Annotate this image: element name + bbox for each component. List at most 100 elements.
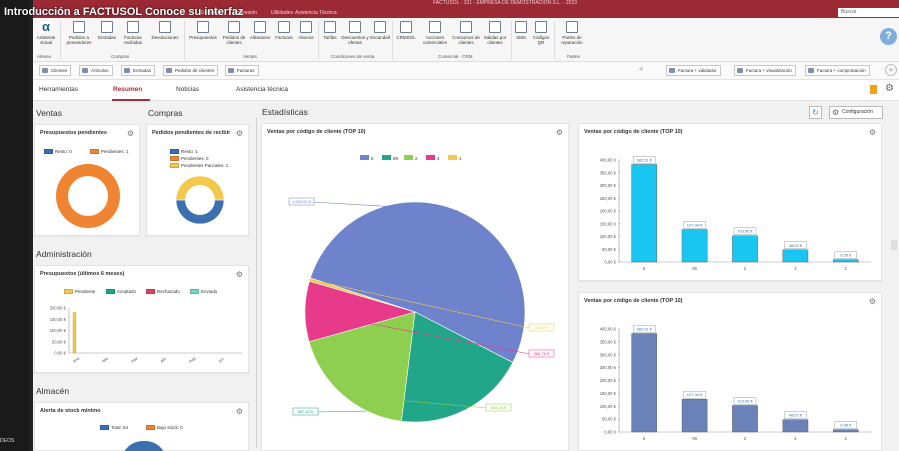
qr-icon	[535, 21, 547, 33]
bookmark-icon[interactable]	[870, 85, 877, 94]
albaranes-button[interactable]: Albaranes	[248, 21, 272, 40]
gear-icon[interactable]: ⚙	[236, 407, 243, 416]
tarifas-button[interactable]: Tarifas	[320, 21, 340, 40]
wrench-icon	[566, 21, 578, 33]
factura-visualizacion-button[interactable]: Factura + visualización	[734, 65, 796, 76]
gear-icon[interactable]: ⚙	[127, 129, 134, 138]
divider	[318, 21, 319, 59]
bar	[72, 312, 77, 354]
factura-comprobacion-button[interactable]: Factura + comprobación	[805, 65, 870, 76]
partes-reparacion-button[interactable]: Partes de reparación	[556, 21, 588, 45]
gear-icon[interactable]: ⚙	[556, 128, 563, 137]
y-tick-label: 200,00 €	[600, 209, 617, 214]
crmsol-button[interactable]: CRMSOL	[394, 21, 418, 40]
gear-icon[interactable]: ⚙	[236, 270, 243, 279]
main-tabs: Herramientas Resumen Noticias Asistencia…	[33, 80, 899, 101]
y-tick-label: 300,00 €	[600, 183, 617, 188]
quick-articulos-button[interactable]: Artículos	[79, 65, 113, 76]
alpha-icon: α	[40, 19, 52, 34]
facturas-button[interactable]: Facturas	[273, 21, 295, 40]
chart-icon	[489, 21, 501, 33]
refresh-button[interactable]: ↻	[809, 106, 822, 119]
bar	[782, 419, 809, 433]
document-icon	[300, 21, 312, 33]
section-ventas: Ventas	[36, 108, 62, 118]
help-icon[interactable]: ?	[880, 28, 897, 45]
y-tick-label: 150,00 €	[600, 391, 617, 396]
sms-button[interactable]: SMS	[513, 21, 529, 40]
pedidos-proveedores-button[interactable]: Pedidos a proveedores	[63, 21, 95, 45]
gear-icon[interactable]: ⚙	[869, 297, 876, 306]
section-estadisticas: Estadísticas	[262, 107, 308, 117]
document-icon	[228, 68, 234, 73]
gear-icon[interactable]: ⚙	[869, 128, 876, 137]
y-tick-label: 400,00 €	[600, 158, 617, 163]
pedidos-clientes-button[interactable]: Pedidos de clientes	[221, 21, 247, 45]
pie-data-label: 1.592,52 €	[292, 199, 312, 204]
x-tick-label: 99	[692, 266, 697, 271]
configuracion-button[interactable]: ⚙ Configuración	[829, 106, 883, 119]
tab-resumen[interactable]: Resumen	[113, 86, 142, 93]
factura-validador-button[interactable]: Factura + validador	[666, 65, 721, 76]
card-title: Ventas por código de cliente (TOP 10)	[267, 129, 366, 135]
x-tick-label: 1	[845, 266, 848, 271]
data-label: 127,44 €	[687, 392, 703, 397]
acciones-comerciales-button[interactable]: Acciones comerciales	[419, 21, 451, 45]
tab-noticias[interactable]: Noticias	[176, 86, 199, 93]
legend-swatch	[170, 156, 179, 162]
quick-pedidos-clientes-button[interactable]: Pedidos de clientes	[163, 65, 219, 76]
add-icon[interactable]: +	[885, 64, 897, 76]
salidas-clientes-button[interactable]: Salidas por clientes	[481, 21, 509, 45]
legend-item: Enviado	[187, 289, 217, 295]
facturas-recibidas-button[interactable]: Facturas recibidas	[119, 21, 147, 45]
x-tick-label: abr	[159, 356, 167, 364]
legend-item: Pendientes: 1	[87, 149, 129, 155]
y-tick-label: 350,00 €	[600, 170, 617, 175]
x-tick-label: 1	[845, 436, 848, 441]
descuentos-button[interactable]: Descuentos y ofertas	[341, 21, 369, 45]
tab-herramientas[interactable]: Herramientas	[39, 86, 78, 93]
ventas-bar-chart-2: 0,00 € 50,00 € 100,00 € 150,00 € 200,00 € 250…	[600, 325, 871, 441]
tab-asistencia[interactable]: Asistencia técnica	[236, 86, 288, 93]
document-icon	[127, 21, 139, 33]
data-label: 103,06 €	[737, 398, 753, 403]
donut-hole	[185, 185, 215, 215]
legend-swatch	[64, 289, 73, 295]
quick-clientes-button[interactable]: Clientes	[39, 65, 72, 76]
group-label-condiciones: Condiciones de venta	[331, 54, 375, 59]
devoluciones-button[interactable]: Devoluciones	[148, 21, 182, 40]
abonos-button[interactable]: Abonos	[296, 21, 316, 40]
gear-icon: ⚙	[832, 108, 840, 117]
y-tick-label: 400,00 €	[600, 327, 617, 332]
chevrons-left-icon[interactable]: «	[639, 64, 643, 73]
scroll-handle[interactable]	[891, 240, 897, 250]
entradas-button[interactable]: Entradas	[96, 21, 118, 40]
bar	[832, 259, 859, 263]
section-almacen: Almacén	[36, 386, 70, 396]
presupuestos-button[interactable]: Presupuestos	[186, 21, 220, 40]
menu-asistencia-tecnica[interactable]: Asistencia Técnica	[295, 10, 337, 16]
legend-swatch	[170, 149, 179, 155]
quick-facturas-button[interactable]: Facturas	[225, 65, 259, 76]
pie-data-label: 268,76 €	[534, 351, 550, 356]
menu-utilidades[interactable]: Utilidades	[271, 10, 293, 16]
data-label: 9,35 €	[840, 253, 852, 258]
ventas-bar-card-2: Ventas por código de cliente (TOP 10) ⚙ …	[578, 292, 882, 451]
quick-entradas-button[interactable]: Entradas	[121, 65, 156, 76]
ribbon: α Asistente virtual Pedidos a proveedores…	[33, 18, 899, 62]
consumos-clientes-button[interactable]: Consumos de clientes	[452, 21, 480, 45]
x-tick-label: may	[187, 355, 197, 364]
alerta-stock-card: Alerta de stock mínimo ⚙ Total: 64 Bajo …	[34, 402, 249, 451]
escandall-button[interactable]: Escandall	[370, 21, 390, 40]
chart-icon	[460, 21, 472, 33]
legend-item: Resto: 1	[167, 149, 198, 155]
card-title: Ventas por código de cliente (TOP 10)	[584, 298, 683, 304]
legend-swatch	[44, 149, 53, 155]
ventas-bar-chart-1: 0,00 € 50,00 € 100,00 € 150,00 € 200,00 € 250…	[600, 156, 871, 271]
gear-icon[interactable]: ⚙	[236, 129, 243, 138]
box-icon	[82, 68, 88, 73]
settings-icon[interactable]: ⚙	[885, 83, 894, 94]
codigos-qr-button[interactable]: Códigos QR	[530, 21, 552, 45]
search-input[interactable]: Buscar	[838, 8, 899, 17]
asistente-virtual-button[interactable]: α Asistente virtual	[35, 19, 57, 45]
